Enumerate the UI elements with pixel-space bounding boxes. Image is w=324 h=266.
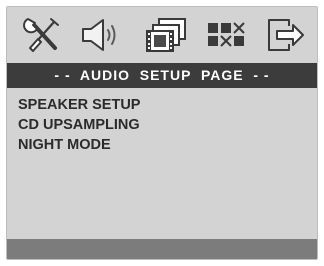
- setup-screen: - - AUDIO SETUP PAGE - - SPEAKER SETUP C…: [6, 6, 318, 260]
- menu-item-night-mode[interactable]: NIGHT MODE: [18, 135, 140, 155]
- video-setup-icon[interactable]: [143, 14, 189, 56]
- menu-item-speaker-setup[interactable]: SPEAKER SETUP: [18, 95, 140, 115]
- setup-icon-bar: [7, 7, 317, 62]
- page-title: - - AUDIO SETUP PAGE - -: [7, 63, 317, 88]
- exit-setup-icon[interactable]: [263, 14, 309, 56]
- audio-setup-icon[interactable]: [79, 14, 125, 56]
- general-setup-icon[interactable]: [21, 14, 67, 56]
- setup-menu: SPEAKER SETUP CD UPSAMPLING NIGHT MODE: [18, 95, 140, 155]
- status-bar: [7, 239, 317, 259]
- preference-setup-icon[interactable]: [203, 14, 249, 56]
- menu-item-cd-upsampling[interactable]: CD UPSAMPLING: [18, 115, 140, 135]
